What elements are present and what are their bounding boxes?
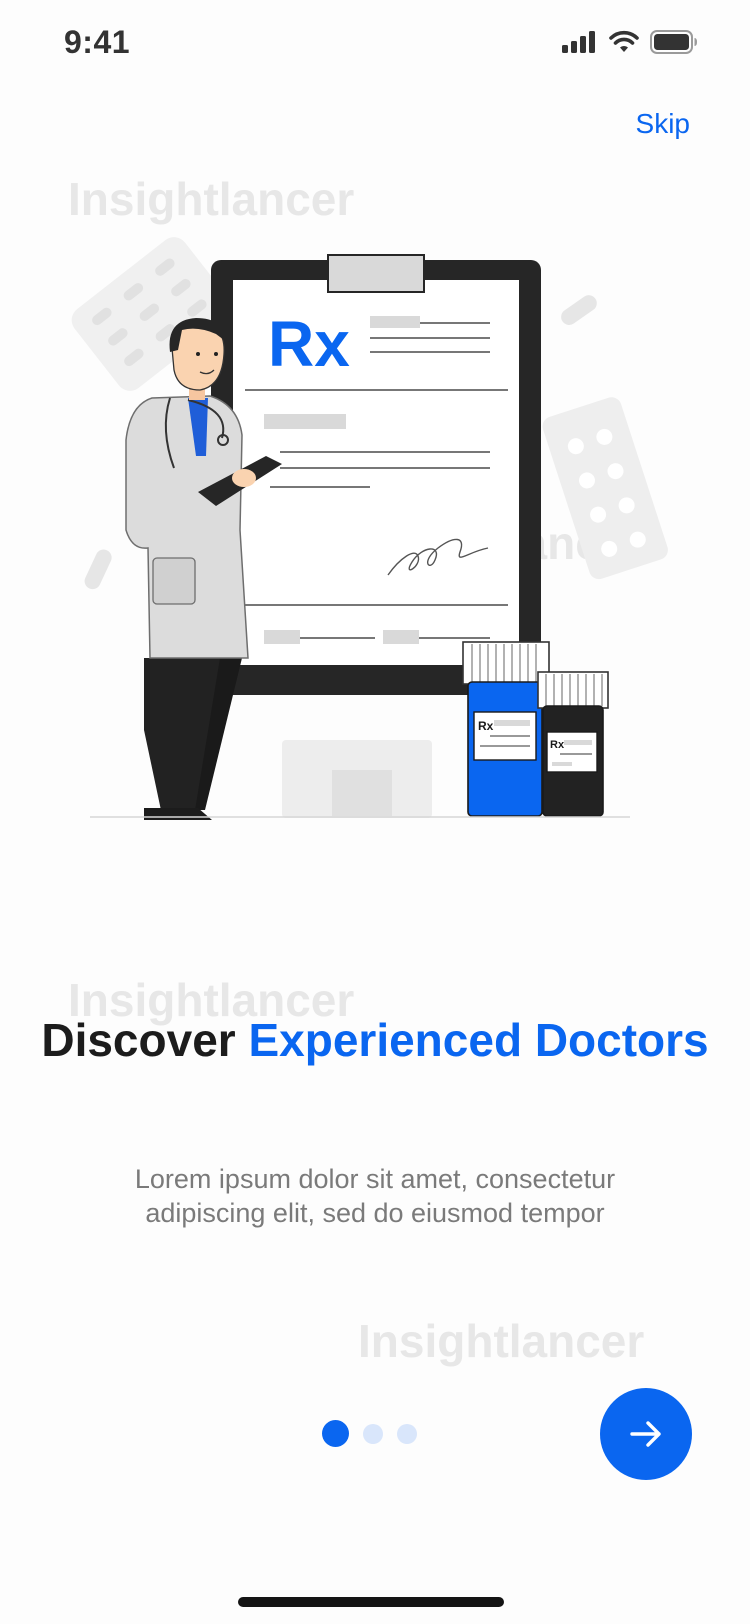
capsule-top-right <box>561 295 597 325</box>
status-time: 9:41 <box>64 24 131 60</box>
capsule-left <box>84 549 112 590</box>
clipboard-clip <box>327 254 425 293</box>
bottle-rx-label: Rx <box>478 719 494 733</box>
watermark: Insightlancer <box>358 1315 645 1367</box>
blue-bottle: Rx <box>462 641 550 817</box>
pagination-dot-3[interactable] <box>397 1423 417 1444</box>
doctor-illustration: Rx Rx Rx <box>70 230 680 850</box>
prescription-illustration: Rx Rx Rx <box>71 237 668 820</box>
bottle-rx-label: Rx <box>550 739 565 751</box>
skip-button[interactable]: Skip <box>636 108 690 140</box>
pagination-dot-1[interactable] <box>322 1420 349 1447</box>
cellular-signal-icon <box>562 31 595 53</box>
pill-pack-right <box>542 397 668 580</box>
title-main: Discover <box>41 1014 249 1066</box>
status-bar: 9:41 <box>0 0 750 92</box>
watermark: Insightlancer <box>68 173 355 225</box>
wifi-icon <box>609 30 639 52</box>
next-button[interactable] <box>600 1388 692 1480</box>
battery-icon <box>650 30 697 54</box>
title-accent: Experienced Doctors <box>248 1014 709 1066</box>
pagination-dot-2[interactable] <box>363 1423 383 1444</box>
pagination-dots <box>322 1420 417 1447</box>
rx-symbol: Rx <box>268 308 350 380</box>
home-indicator <box>238 1597 504 1607</box>
medicine-box <box>282 740 432 818</box>
page-title: Discover Experienced Doctors <box>0 1012 750 1068</box>
arrow-right-icon <box>630 1421 661 1447</box>
black-bottle: Rx <box>537 671 609 817</box>
status-icons <box>562 30 698 54</box>
page-subtitle: Lorem ipsum dolor sit amet, consectetur … <box>134 1164 616 1228</box>
